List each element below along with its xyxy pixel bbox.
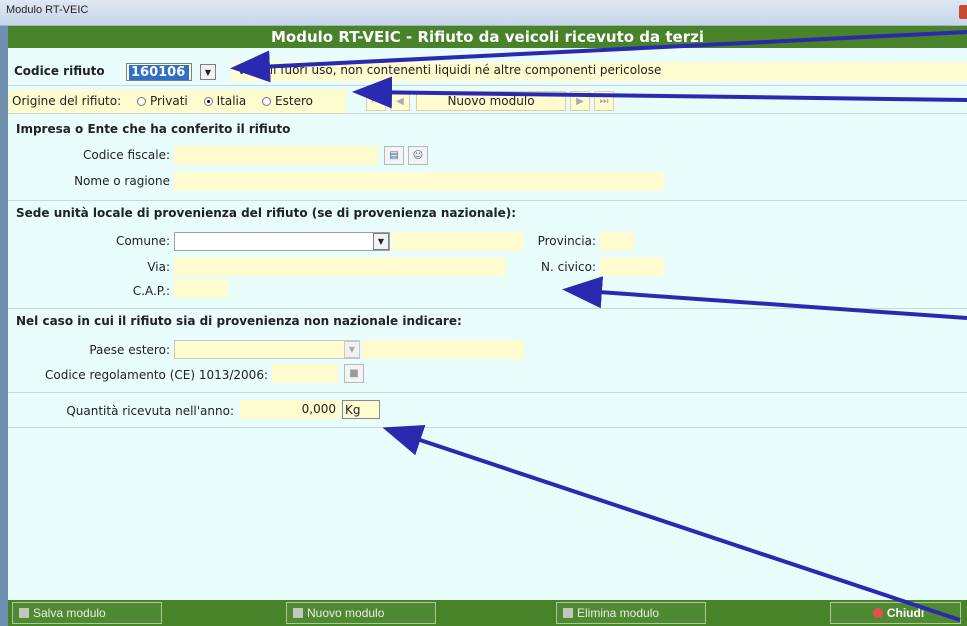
estero-section-title: Nel caso in cui il rifiuto sia di proven… bbox=[16, 314, 462, 328]
comune-display bbox=[392, 232, 524, 251]
codice-fiscale-label: Codice fiscale: bbox=[83, 148, 170, 162]
new-icon bbox=[293, 608, 303, 618]
form-title: Modulo RT-VEIC - Rifiuto da veicoli rice… bbox=[271, 28, 704, 46]
lookup-icon[interactable]: ■ bbox=[344, 364, 364, 383]
elimina-modulo-button[interactable]: Elimina modulo bbox=[556, 602, 706, 624]
codice-rifiuto-combo[interactable]: 160106 bbox=[126, 63, 192, 81]
first-record-icon[interactable]: ⏮ bbox=[366, 91, 386, 111]
civico-input[interactable] bbox=[600, 257, 664, 276]
via-input[interactable] bbox=[174, 257, 506, 276]
unit-field: Kg bbox=[342, 400, 380, 419]
impresa-section-title: Impresa o Ente che ha conferito il rifiu… bbox=[16, 122, 291, 136]
paese-estero-display bbox=[362, 340, 524, 359]
elimina-modulo-label: Elimina modulo bbox=[577, 606, 660, 620]
delete-icon bbox=[563, 608, 573, 618]
separator bbox=[8, 392, 967, 393]
comune-label: Comune: bbox=[115, 234, 170, 248]
chiudi-button[interactable]: Chiudi bbox=[830, 602, 961, 624]
origine-label: Origine del rifiuto: bbox=[12, 94, 122, 108]
user-search-icon[interactable]: ☺ bbox=[408, 146, 428, 165]
form-header: Modulo RT-VEIC - Rifiuto da veicoli rice… bbox=[8, 26, 967, 48]
chevron-down-icon[interactable]: ▼ bbox=[373, 233, 389, 250]
provincia-label: Provincia: bbox=[537, 234, 596, 248]
footer-bar: Salva modulo Nuovo modulo Elimina modulo… bbox=[8, 600, 967, 626]
paese-estero-label: Paese estero: bbox=[89, 343, 170, 357]
save-icon bbox=[19, 608, 29, 618]
last-record-icon[interactable]: ⏭ bbox=[594, 91, 614, 111]
chevron-down-icon[interactable]: ▼ bbox=[200, 64, 216, 80]
window-title: Modulo RT-VEIC bbox=[6, 4, 89, 16]
codice-fiscale-input[interactable] bbox=[174, 146, 378, 165]
radio-privati[interactable] bbox=[136, 97, 146, 106]
paese-estero-select[interactable] bbox=[174, 340, 360, 359]
chevron-down-icon[interactable]: ▼ bbox=[344, 341, 360, 358]
quantita-input[interactable]: 0,000 bbox=[240, 400, 340, 419]
cap-label: C.A.P.: bbox=[132, 284, 170, 298]
origine-group: Origine del rifiuto: Privati Italia Este… bbox=[8, 90, 346, 113]
via-label: Via: bbox=[147, 260, 170, 274]
nome-ragione-label: Nome o ragione bbox=[74, 174, 170, 188]
next-record-icon[interactable]: ▶ bbox=[570, 91, 590, 111]
radio-estero[interactable] bbox=[262, 97, 272, 106]
separator bbox=[8, 427, 967, 428]
nome-ragione-input[interactable] bbox=[174, 172, 664, 191]
close-icon bbox=[872, 608, 883, 618]
radio-italia[interactable] bbox=[203, 97, 213, 106]
origine-row: Origine del rifiuto: Privati Italia Este… bbox=[8, 90, 967, 114]
comune-select[interactable] bbox=[174, 232, 390, 251]
codice-rifiuto-row: Codice rifiuto 160106 ▼ veicoli fuori us… bbox=[8, 58, 967, 86]
regolamento-input[interactable] bbox=[272, 364, 338, 383]
provincia-input[interactable] bbox=[600, 232, 634, 251]
quantita-label: Quantità ricevuta nell'anno: bbox=[66, 404, 234, 418]
civico-label: N. civico: bbox=[541, 260, 596, 274]
radio-privati-label[interactable]: Privati bbox=[150, 94, 188, 108]
nuovo-modulo-label: Nuovo modulo bbox=[307, 606, 385, 620]
separator bbox=[8, 308, 967, 309]
close-icon[interactable] bbox=[959, 5, 967, 19]
nuovo-modulo-button[interactable]: Nuovo modulo bbox=[286, 602, 436, 624]
window-titlebar: Modulo RT-VEIC bbox=[0, 0, 967, 26]
nav-nuovo-modulo[interactable]: Nuovo modulo bbox=[416, 91, 566, 111]
sede-section-title: Sede unità locale di provenienza del rif… bbox=[16, 206, 517, 220]
prev-record-icon[interactable]: ◀ bbox=[390, 91, 410, 111]
radio-italia-label[interactable]: Italia bbox=[217, 94, 247, 108]
calculator-icon[interactable]: ▤ bbox=[384, 146, 404, 165]
regolamento-label: Codice regolamento (CE) 1013/2006: bbox=[44, 368, 268, 382]
codice-rifiuto-label: Codice rifiuto bbox=[14, 64, 105, 78]
radio-estero-label[interactable]: Estero bbox=[275, 94, 313, 108]
codice-rifiuto-value: 160106 bbox=[129, 65, 189, 80]
salva-modulo-button[interactable]: Salva modulo bbox=[12, 602, 162, 624]
separator bbox=[8, 200, 967, 201]
salva-modulo-label: Salva modulo bbox=[33, 606, 106, 620]
cap-input[interactable] bbox=[174, 279, 228, 298]
codice-rifiuto-description: veicoli fuori uso, non contenenti liquid… bbox=[232, 62, 967, 81]
chiudi-label: Chiudi bbox=[886, 606, 925, 620]
